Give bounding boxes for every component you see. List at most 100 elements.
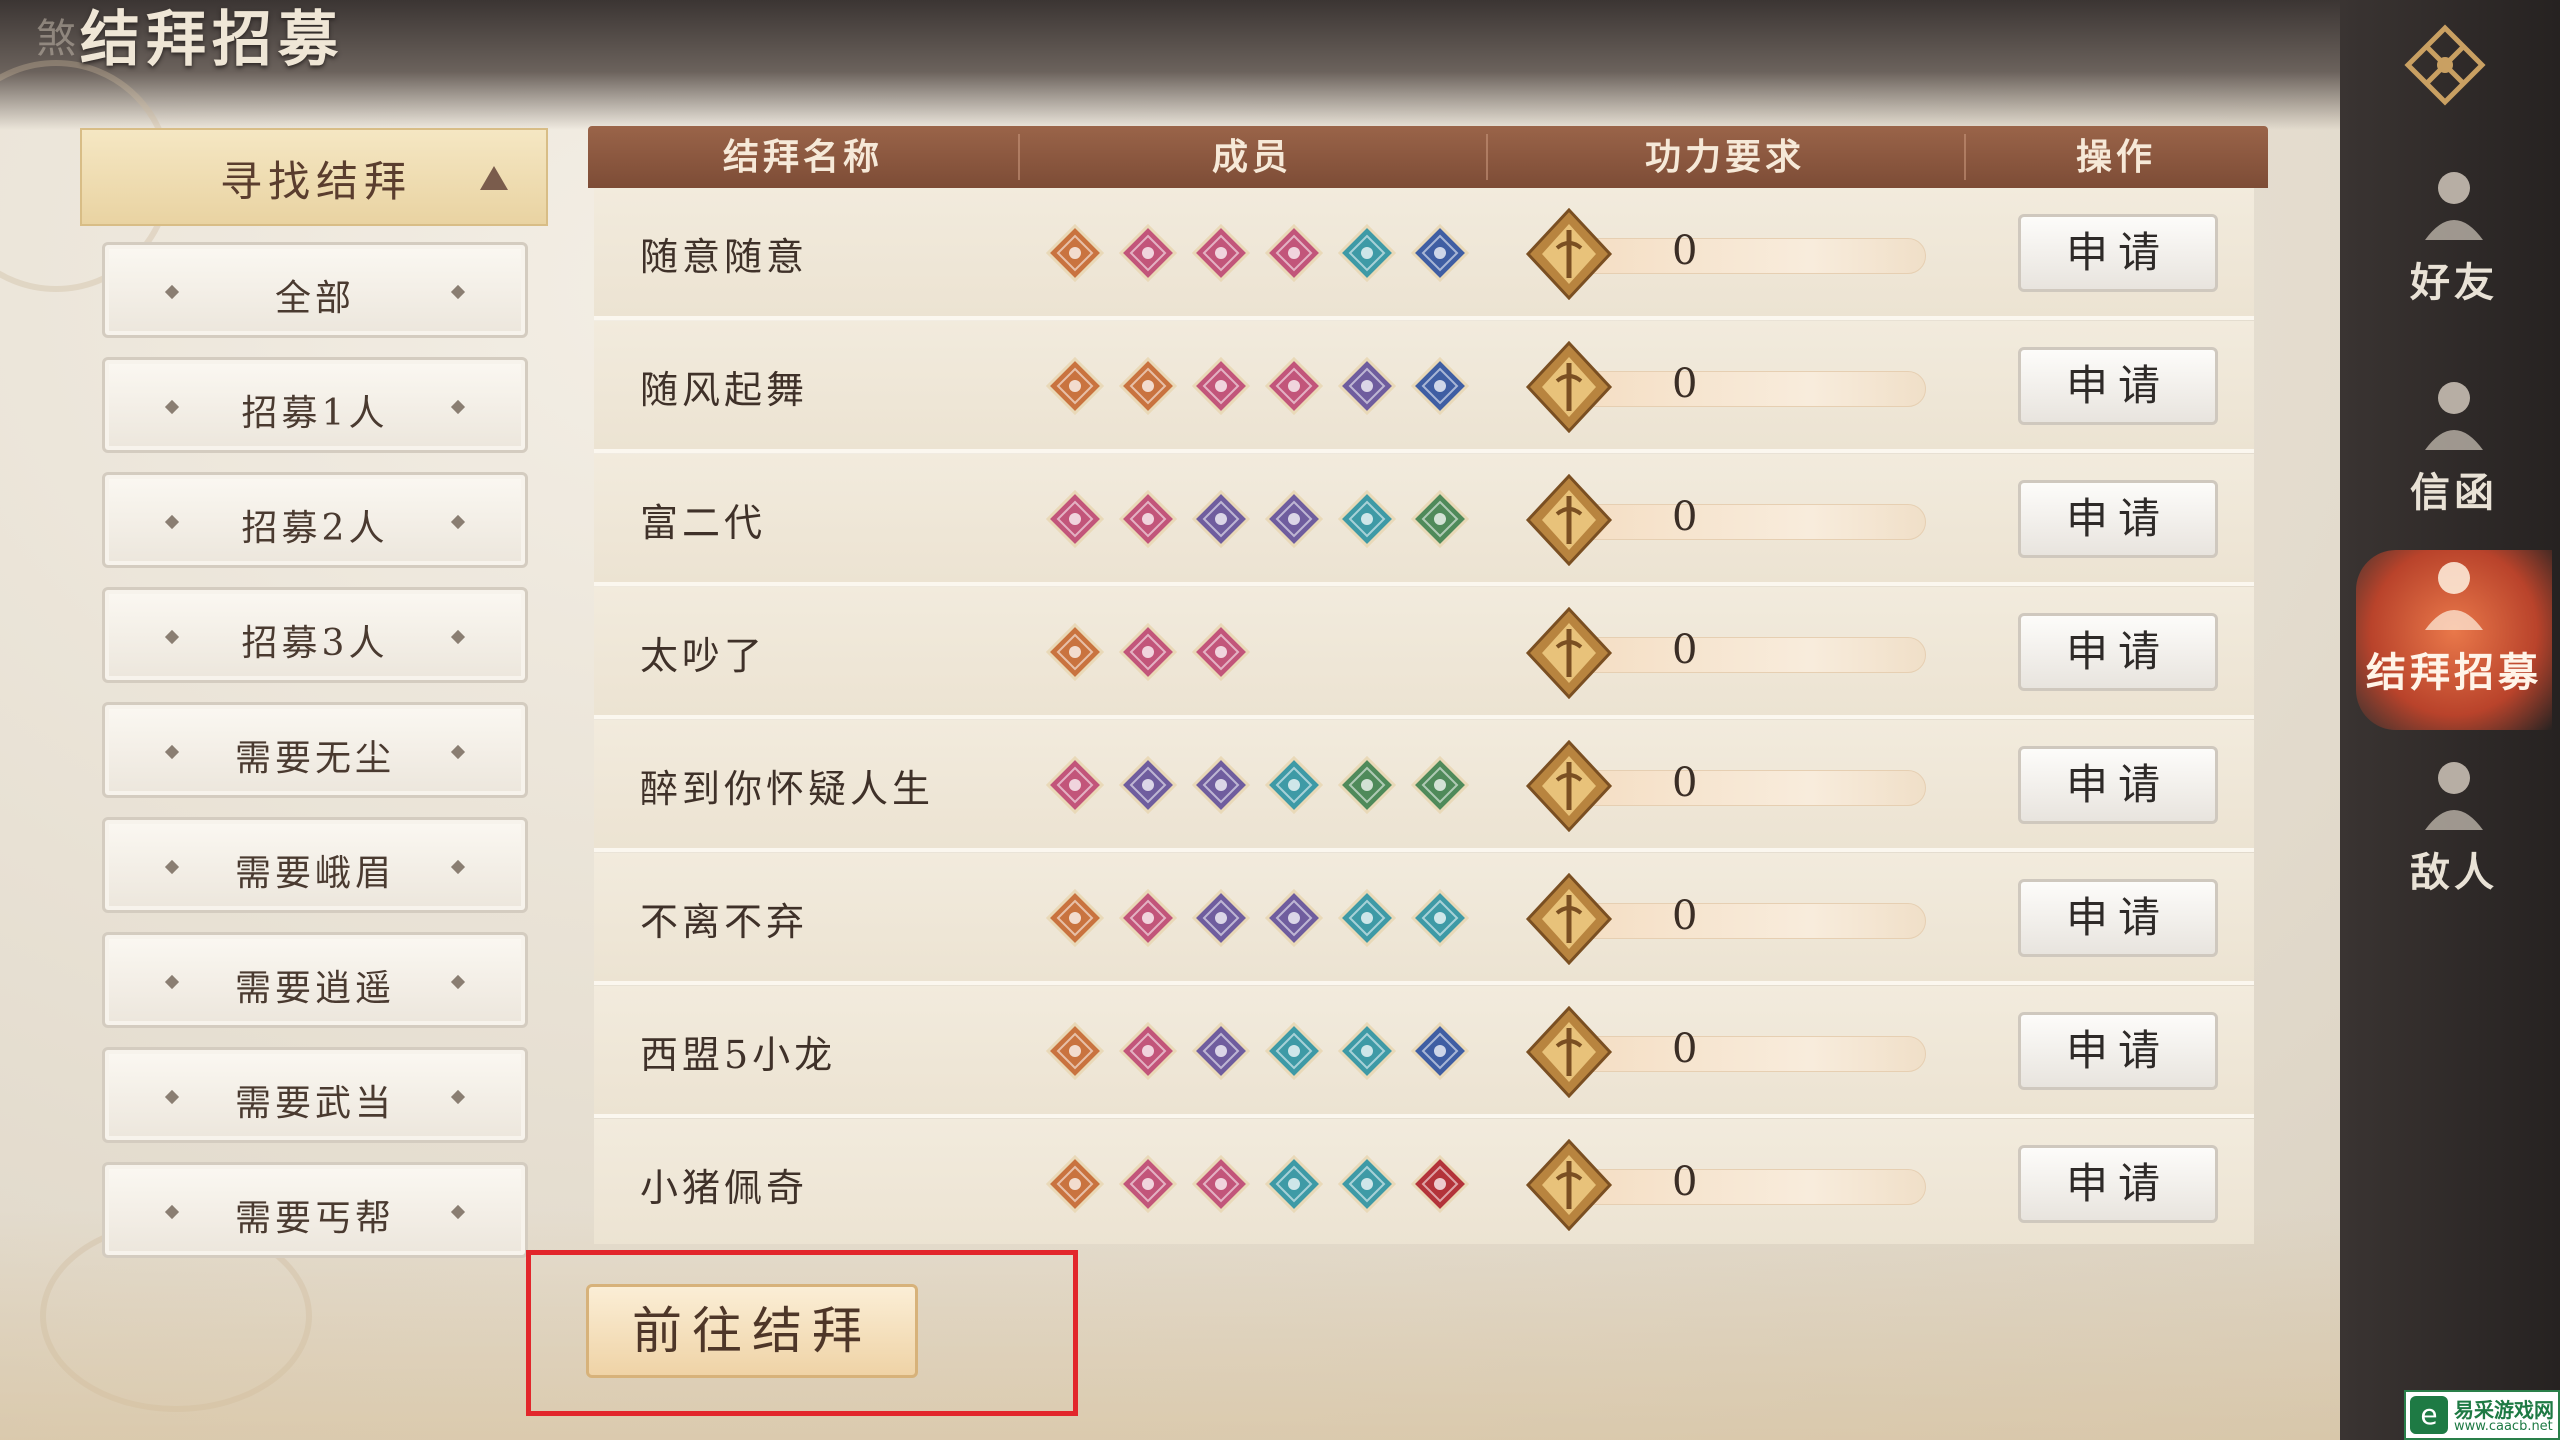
enemy-icon bbox=[2425, 762, 2483, 830]
nav-item-label: 信函 bbox=[2410, 469, 2498, 516]
sworn-recruit-icon bbox=[2425, 562, 2483, 630]
power-value: 0 bbox=[1672, 760, 1698, 806]
apply-button[interactable]: 申请 bbox=[2018, 214, 2218, 292]
go-to-sworn-button[interactable]: 前往结拜 bbox=[586, 1284, 918, 1378]
table-row[interactable]: 富二代 0 申请 bbox=[594, 454, 2254, 586]
friends-icon bbox=[2425, 172, 2483, 240]
sect-teal-icon bbox=[1411, 889, 1469, 947]
table-row[interactable]: 太吵了 0 申请 bbox=[594, 587, 2254, 719]
power-requirement: 0 bbox=[1524, 208, 1944, 300]
sect-purple-icon bbox=[1192, 889, 1250, 947]
sect-orange-icon bbox=[1046, 623, 1104, 681]
sect-pink-icon bbox=[1192, 623, 1250, 681]
filter-item[interactable]: 需要武当 bbox=[102, 1047, 528, 1143]
filter-item[interactable]: 需要峨眉 bbox=[102, 817, 528, 913]
column-header-members: 成员 bbox=[1211, 136, 1292, 178]
column-header-name: 结拜名称 bbox=[722, 136, 883, 178]
apply-button[interactable]: 申请 bbox=[2018, 879, 2218, 957]
filter-item[interactable]: 需要丐帮 bbox=[102, 1162, 528, 1258]
apply-button[interactable]: 申请 bbox=[2018, 480, 2218, 558]
sect-blue-icon bbox=[1411, 357, 1469, 415]
table-row[interactable]: 小猪佩奇 0 申请 bbox=[594, 1119, 2254, 1244]
brotherhood-name: 随意随意 bbox=[640, 235, 809, 279]
sect-teal-icon bbox=[1265, 1022, 1323, 1080]
sect-pink-icon bbox=[1119, 1155, 1177, 1213]
filter-panel: 寻找结拜 全部招募1人招募2人招募3人需要无尘需要峨眉需要逍遥需要武当需要丐帮 bbox=[80, 128, 548, 1258]
sect-teal-icon bbox=[1338, 490, 1396, 548]
sect-pink-icon bbox=[1119, 889, 1177, 947]
filter-item[interactable]: 招募2人 bbox=[102, 472, 528, 568]
sect-green-icon bbox=[1338, 756, 1396, 814]
site-watermark: e 易采游戏网 www.caacb.net bbox=[2404, 1390, 2560, 1440]
power-value: 0 bbox=[1672, 1026, 1698, 1072]
power-requirement: 0 bbox=[1524, 740, 1944, 832]
power-value: 0 bbox=[1672, 228, 1698, 274]
watermark-url: www.caacb.net bbox=[2454, 1419, 2553, 1434]
power-emblem-icon bbox=[1525, 208, 1613, 300]
brotherhood-name: 西盟5小龙 bbox=[640, 1033, 837, 1077]
title-prefix-glyph: 煞 bbox=[36, 16, 76, 62]
apply-button[interactable]: 申请 bbox=[2018, 613, 2218, 691]
sworn-brotherhood-table: 结拜名称 成员 功力要求 操作 随意随意 0 申请 随风起舞 0 申请 富二代 0 申请 太吵了 0… bbox=[588, 126, 2268, 1244]
table-row[interactable]: 不离不弃 0 申请 bbox=[594, 853, 2254, 985]
apply-button[interactable]: 申请 bbox=[2018, 347, 2218, 425]
sect-purple-icon bbox=[1192, 756, 1250, 814]
filter-item[interactable]: 需要逍遥 bbox=[102, 932, 528, 1028]
brotherhood-name: 富二代 bbox=[640, 501, 767, 545]
power-emblem-icon bbox=[1525, 1006, 1613, 1098]
table-row[interactable]: 随风起舞 0 申请 bbox=[594, 321, 2254, 453]
filter-item[interactable]: 招募3人 bbox=[102, 587, 528, 683]
brotherhood-name: 太吵了 bbox=[640, 634, 767, 678]
table-row[interactable]: 西盟5小龙 0 申请 bbox=[594, 986, 2254, 1118]
sect-teal-icon bbox=[1338, 1155, 1396, 1213]
power-emblem-icon bbox=[1525, 341, 1613, 433]
apply-button[interactable]: 申请 bbox=[2018, 746, 2218, 824]
nav-item[interactable]: 信函 bbox=[2356, 370, 2552, 550]
power-emblem-icon bbox=[1525, 474, 1613, 566]
power-emblem-icon bbox=[1525, 607, 1613, 699]
nav-item[interactable]: 结拜招募 bbox=[2356, 550, 2552, 730]
filter-dropdown-header[interactable]: 寻找结拜 bbox=[80, 128, 548, 226]
sect-orange-icon bbox=[1046, 357, 1104, 415]
table-row[interactable]: 醉到你怀疑人生 0 申请 bbox=[594, 720, 2254, 852]
sect-blue-icon bbox=[1411, 1022, 1469, 1080]
sect-pink-icon bbox=[1119, 1022, 1177, 1080]
sect-purple-icon bbox=[1265, 889, 1323, 947]
power-emblem-icon bbox=[1525, 873, 1613, 965]
sect-orange-icon bbox=[1046, 224, 1104, 282]
table-row[interactable]: 随意随意 0 申请 bbox=[594, 188, 2254, 320]
table-body[interactable]: 随意随意 0 申请 随风起舞 0 申请 富二代 0 申请 太吵了 0 申请 醉到你怀疑人生 0 申请 不离不弃… bbox=[594, 188, 2254, 1244]
top-banner bbox=[0, 0, 2560, 130]
filter-item[interactable]: 需要无尘 bbox=[102, 702, 528, 798]
brotherhood-name: 醉到你怀疑人生 bbox=[640, 767, 935, 811]
letter-icon bbox=[2425, 382, 2483, 450]
sect-teal-icon bbox=[1338, 1022, 1396, 1080]
close-ornament-icon[interactable] bbox=[2400, 20, 2490, 110]
power-requirement: 0 bbox=[1524, 873, 1944, 965]
sect-purple-icon bbox=[1265, 490, 1323, 548]
sect-green-icon bbox=[1411, 756, 1469, 814]
nav-item[interactable]: 敌人 bbox=[2356, 750, 2552, 930]
brotherhood-name: 随风起舞 bbox=[640, 368, 809, 412]
power-emblem-icon bbox=[1525, 740, 1613, 832]
sect-teal-icon bbox=[1265, 1155, 1323, 1213]
apply-button[interactable]: 申请 bbox=[2018, 1145, 2218, 1223]
sect-purple-icon bbox=[1119, 756, 1177, 814]
sect-pink-icon bbox=[1192, 224, 1250, 282]
sect-orange-icon bbox=[1046, 889, 1104, 947]
sect-orange-icon bbox=[1046, 1155, 1104, 1213]
filter-item[interactable]: 全部 bbox=[102, 242, 528, 338]
nav-item[interactable]: 好友 bbox=[2356, 160, 2552, 340]
nav-item-label: 好友 bbox=[2410, 259, 2498, 306]
power-emblem-icon bbox=[1525, 1139, 1613, 1231]
brotherhood-name: 小猪佩奇 bbox=[640, 1166, 809, 1210]
sect-green-icon bbox=[1411, 490, 1469, 548]
power-requirement: 0 bbox=[1524, 1139, 1944, 1231]
sect-pink-icon bbox=[1119, 224, 1177, 282]
filter-item[interactable]: 招募1人 bbox=[102, 357, 528, 453]
nav-item-label: 敌人 bbox=[2410, 849, 2498, 896]
sect-orange-icon bbox=[1046, 1022, 1104, 1080]
power-value: 0 bbox=[1672, 627, 1698, 673]
table-header: 结拜名称 成员 功力要求 操作 bbox=[588, 126, 2268, 188]
apply-button[interactable]: 申请 bbox=[2018, 1012, 2218, 1090]
